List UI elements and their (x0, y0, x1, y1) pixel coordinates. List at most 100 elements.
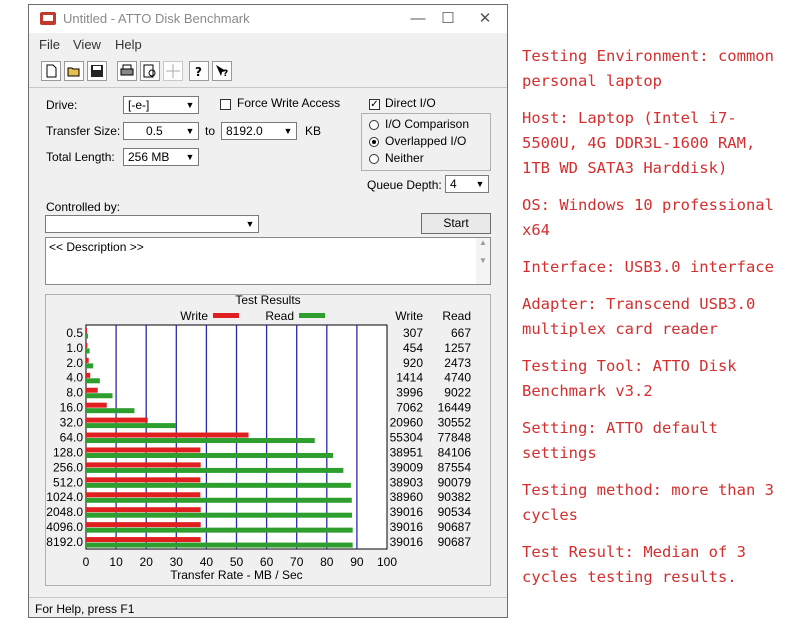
legend-write-label: Write (180, 309, 208, 323)
write-value-label: 38951 (390, 445, 424, 459)
print-preview-icon[interactable] (140, 61, 160, 81)
total-length-select[interactable]: 256 MB ▼ (123, 148, 199, 166)
x-tick-label: 40 (200, 555, 214, 569)
queue-depth-select[interactable]: 4 ▼ (445, 175, 489, 193)
write-bar (86, 417, 148, 423)
menu-bar: File View Help (29, 33, 507, 55)
read-bar (86, 497, 352, 503)
category-label: 256.0 (53, 460, 83, 474)
read-bar (86, 482, 351, 488)
column-header-write: Write (395, 309, 423, 323)
print-icon[interactable] (117, 61, 137, 81)
queue-depth-value: 4 (450, 177, 457, 191)
save-icon[interactable] (87, 61, 107, 81)
x-axis-label: Transfer Rate - MB / Sec (170, 568, 302, 582)
category-label: 32.0 (60, 416, 84, 430)
read-bar (86, 423, 176, 429)
write-bar (86, 357, 89, 363)
write-bar (86, 537, 201, 543)
write-bar (86, 447, 201, 453)
io-comparison-radio[interactable] (369, 120, 379, 130)
minimize-button[interactable]: — (404, 9, 432, 29)
note-os: OS: Windows 10 professional x64 (522, 196, 774, 239)
category-label: 4.0 (66, 371, 83, 385)
direct-io-checkbox[interactable]: ✓ (369, 99, 380, 110)
transfer-size-label: Transfer Size: (46, 124, 121, 138)
svg-text:?: ? (195, 65, 202, 78)
transfer-to-select[interactable]: 8192.0 ▼ (221, 122, 297, 140)
drive-select[interactable]: [-e-] ▼ (123, 96, 199, 114)
read-value-label: 30552 (438, 416, 472, 430)
note-tool: Testing Tool: ATTO Disk Benchmark v3.2 (522, 357, 737, 400)
context-help-icon[interactable]: ? (212, 61, 232, 81)
controlled-by-label: Controlled by: (46, 200, 121, 214)
read-value-label: 77848 (438, 430, 472, 444)
read-bar (86, 348, 90, 354)
menu-help[interactable]: Help (115, 37, 142, 52)
chevron-down-icon: ▼ (185, 152, 195, 162)
chevron-down-icon: ▼ (475, 179, 485, 189)
drive-value: [-e-] (128, 98, 150, 112)
overlapped-io-radio[interactable] (369, 137, 379, 147)
write-value-label: 454 (403, 341, 423, 355)
write-value-label: 39016 (390, 505, 424, 519)
note-interface: Interface: USB3.0 interface (522, 258, 774, 276)
x-tick-label: 70 (290, 555, 304, 569)
category-label: 2.0 (66, 356, 83, 370)
chevron-down-icon: ▼ (185, 100, 195, 110)
transfer-from-value: 0.5 (146, 124, 163, 138)
transfer-to-value: 8192.0 (226, 124, 263, 138)
category-label: 8192.0 (46, 535, 83, 549)
write-bar (86, 462, 201, 468)
note-adapter: Adapter: Transcend USB3.0 multiplex card… (522, 295, 756, 338)
write-value-label: 7062 (396, 401, 423, 415)
force-write-label: Force Write Access (237, 96, 341, 110)
write-bar (86, 432, 249, 438)
write-bar (86, 328, 87, 333)
drive-label: Drive: (46, 98, 78, 112)
x-tick-label: 50 (230, 555, 244, 569)
help-icon[interactable]: ? (189, 61, 209, 81)
read-bar (86, 333, 88, 339)
category-label: 1.0 (66, 341, 83, 355)
close-button[interactable]: ✕ (471, 9, 499, 29)
note-result: Test Result: Median of 3 cycles testing … (522, 543, 746, 586)
start-button[interactable]: Start (421, 213, 491, 234)
menu-file[interactable]: File (39, 37, 60, 52)
write-value-label: 1414 (396, 371, 423, 385)
force-write-checkbox[interactable] (220, 99, 231, 110)
read-value-label: 1257 (444, 341, 471, 355)
move-icon (163, 61, 183, 81)
test-results-chart: Test Results Write Read Write Read 0 10 20 30 40 5… (46, 293, 472, 582)
read-value-label: 90534 (438, 505, 472, 519)
app-logo-icon (40, 12, 56, 25)
read-value-label: 90687 (438, 520, 472, 534)
transfer-from-select[interactable]: 0.5 ▼ (123, 122, 199, 140)
legend-write-swatch (213, 313, 239, 318)
read-value-label: 87554 (438, 460, 472, 474)
write-bar (86, 342, 88, 348)
start-button-label: Start (443, 216, 469, 230)
io-comparison-label: I/O Comparison (385, 117, 470, 131)
x-tick-label: 30 (170, 555, 184, 569)
description-scrollbar[interactable]: ▲ ▼ (476, 238, 490, 284)
test-results-panel: Test Results Write Read Write Read 0 10 20 30 40 5… (45, 293, 491, 586)
read-bar (86, 467, 344, 473)
x-tick-label: 90 (350, 555, 364, 569)
x-tick-label: 80 (320, 555, 334, 569)
x-tick-label: 10 (109, 555, 123, 569)
read-value-label: 667 (451, 326, 471, 340)
category-label: 2048.0 (46, 505, 83, 519)
test-notes: Testing Environment: common personal lap… (522, 44, 792, 602)
open-icon[interactable] (64, 61, 84, 81)
read-value-label: 84106 (438, 445, 472, 459)
description-field[interactable]: << Description >> ▲ ▼ (45, 237, 491, 285)
controlled-by-select[interactable]: ▼ (45, 215, 259, 233)
app-window: Untitled - ATTO Disk Benchmark — ☐ ✕ Fil… (28, 4, 508, 618)
neither-radio[interactable] (369, 154, 379, 164)
x-tick-label: 0 (83, 555, 90, 569)
new-icon[interactable] (41, 61, 61, 81)
maximize-button[interactable]: ☐ (434, 9, 462, 29)
status-text: For Help, press F1 (35, 602, 135, 616)
menu-view[interactable]: View (73, 37, 101, 52)
